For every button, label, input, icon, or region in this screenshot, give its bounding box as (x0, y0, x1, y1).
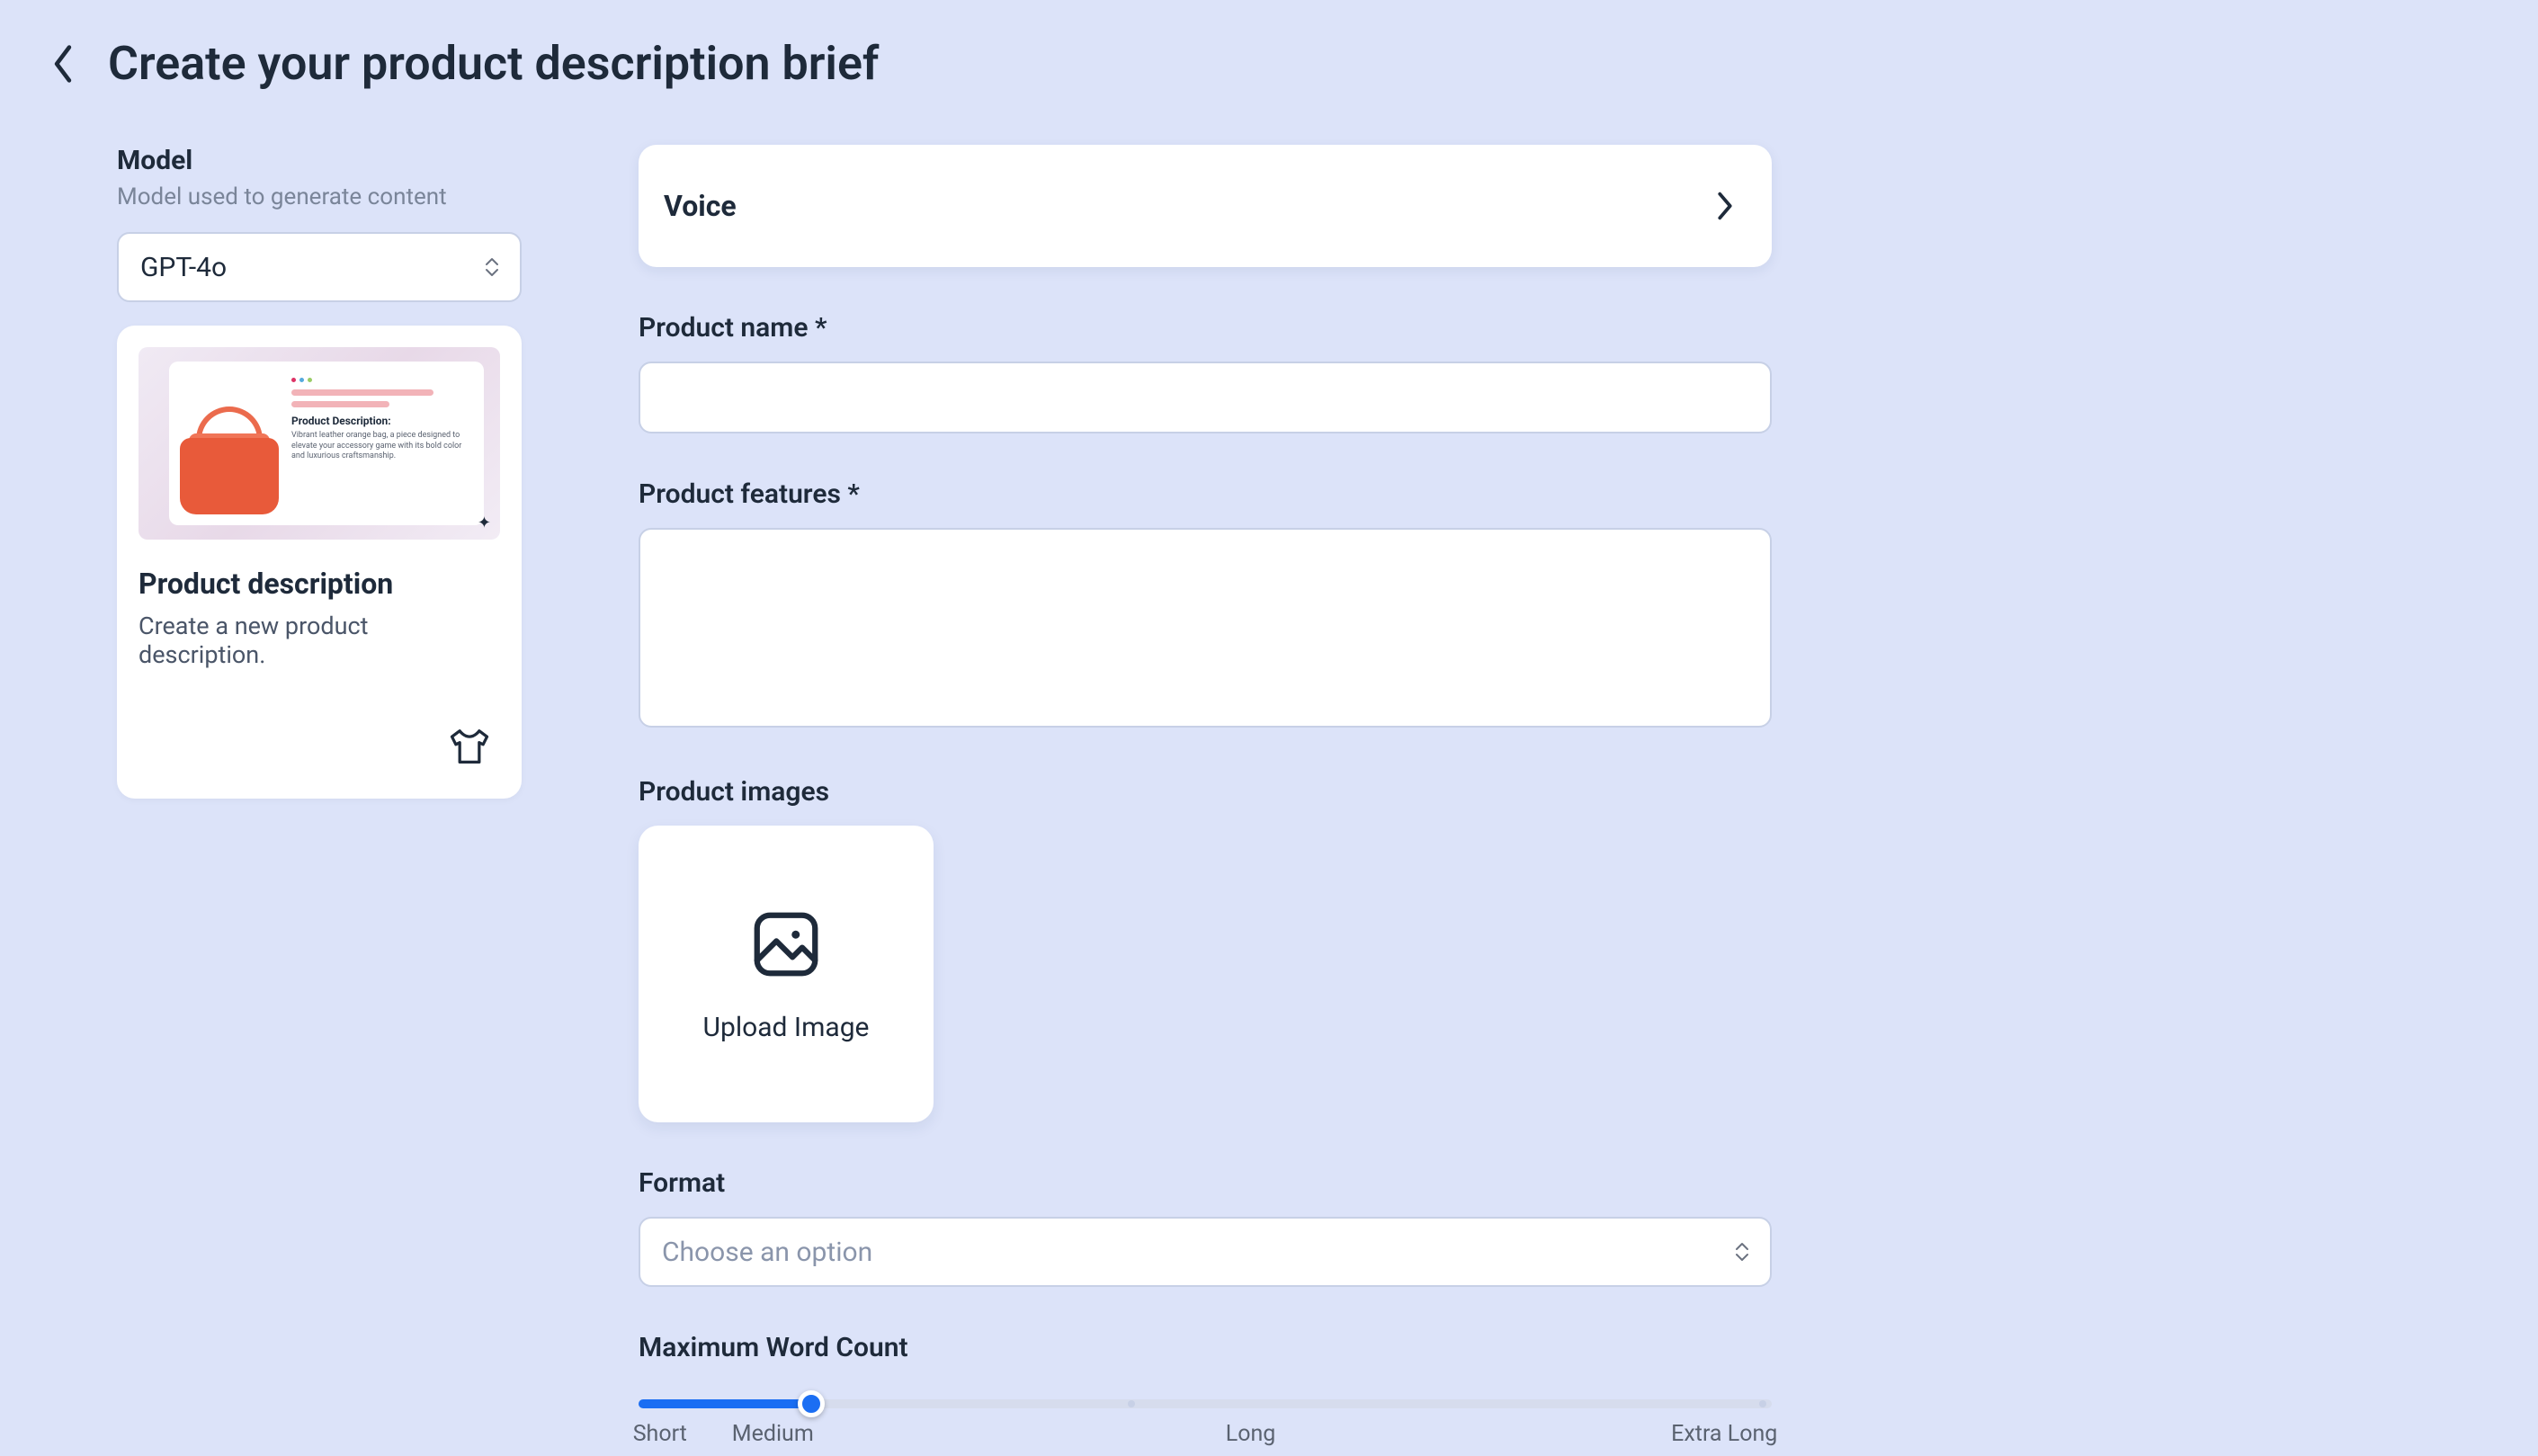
product-features-label: Product features * (639, 478, 1772, 510)
slider-tick (1128, 1400, 1135, 1407)
back-button[interactable] (45, 46, 81, 82)
model-label: Model (117, 145, 522, 176)
form-area: Voice Product name * Product features * … (639, 145, 1772, 1456)
voice-expand-row[interactable]: Voice (639, 145, 1772, 267)
sparkle-icon: ✦ (478, 514, 491, 532)
upload-image-button[interactable]: Upload Image (639, 826, 934, 1122)
slider-fill (639, 1399, 811, 1408)
format-label: Format (639, 1167, 1772, 1199)
wordcount-slider[interactable]: Short Medium Long Extra Long (639, 1381, 1772, 1447)
slider-tick (1759, 1400, 1766, 1407)
thumb-pd-label: Product Description: (291, 415, 469, 427)
page-title: Create your product description brief (108, 36, 879, 91)
format-select[interactable]: Choose an option (639, 1217, 1772, 1287)
slider-label-short: Short (633, 1421, 687, 1447)
image-icon (747, 906, 825, 983)
slider-thumb[interactable] (798, 1390, 825, 1417)
product-features-input[interactable] (639, 528, 1772, 728)
template-preview-card: Product Description: Vibrant leather ora… (117, 326, 522, 799)
bag-illustration (180, 406, 279, 514)
model-selected-value: GPT-4o (140, 252, 227, 283)
wordcount-label: Maximum Word Count (639, 1332, 1772, 1363)
voice-label: Voice (664, 189, 737, 223)
format-placeholder: Choose an option (662, 1237, 872, 1268)
slider-label-extra-long: Extra Long (1671, 1421, 1777, 1447)
product-images-label: Product images (639, 776, 1772, 808)
chevron-left-icon (50, 43, 76, 85)
template-subtitle: Create a new product description. (139, 612, 500, 669)
slider-label-long: Long (830, 1421, 1671, 1447)
upload-image-label: Upload Image (703, 1012, 870, 1043)
model-help: Model used to generate content (117, 183, 522, 210)
template-thumbnail: Product Description: Vibrant leather ora… (139, 347, 500, 540)
product-name-input[interactable] (639, 362, 1772, 433)
sidebar: Model Model used to generate content GPT… (117, 145, 522, 1456)
template-title: Product description (139, 567, 500, 601)
product-name-label: Product name * (639, 312, 1772, 344)
chevron-right-icon (1714, 189, 1736, 223)
tshirt-icon (446, 723, 493, 770)
slider-tick (644, 1400, 651, 1407)
thumb-pd-body: Vibrant leather orange bag, a piece desi… (291, 431, 469, 462)
model-select[interactable]: GPT-4o (117, 232, 522, 302)
